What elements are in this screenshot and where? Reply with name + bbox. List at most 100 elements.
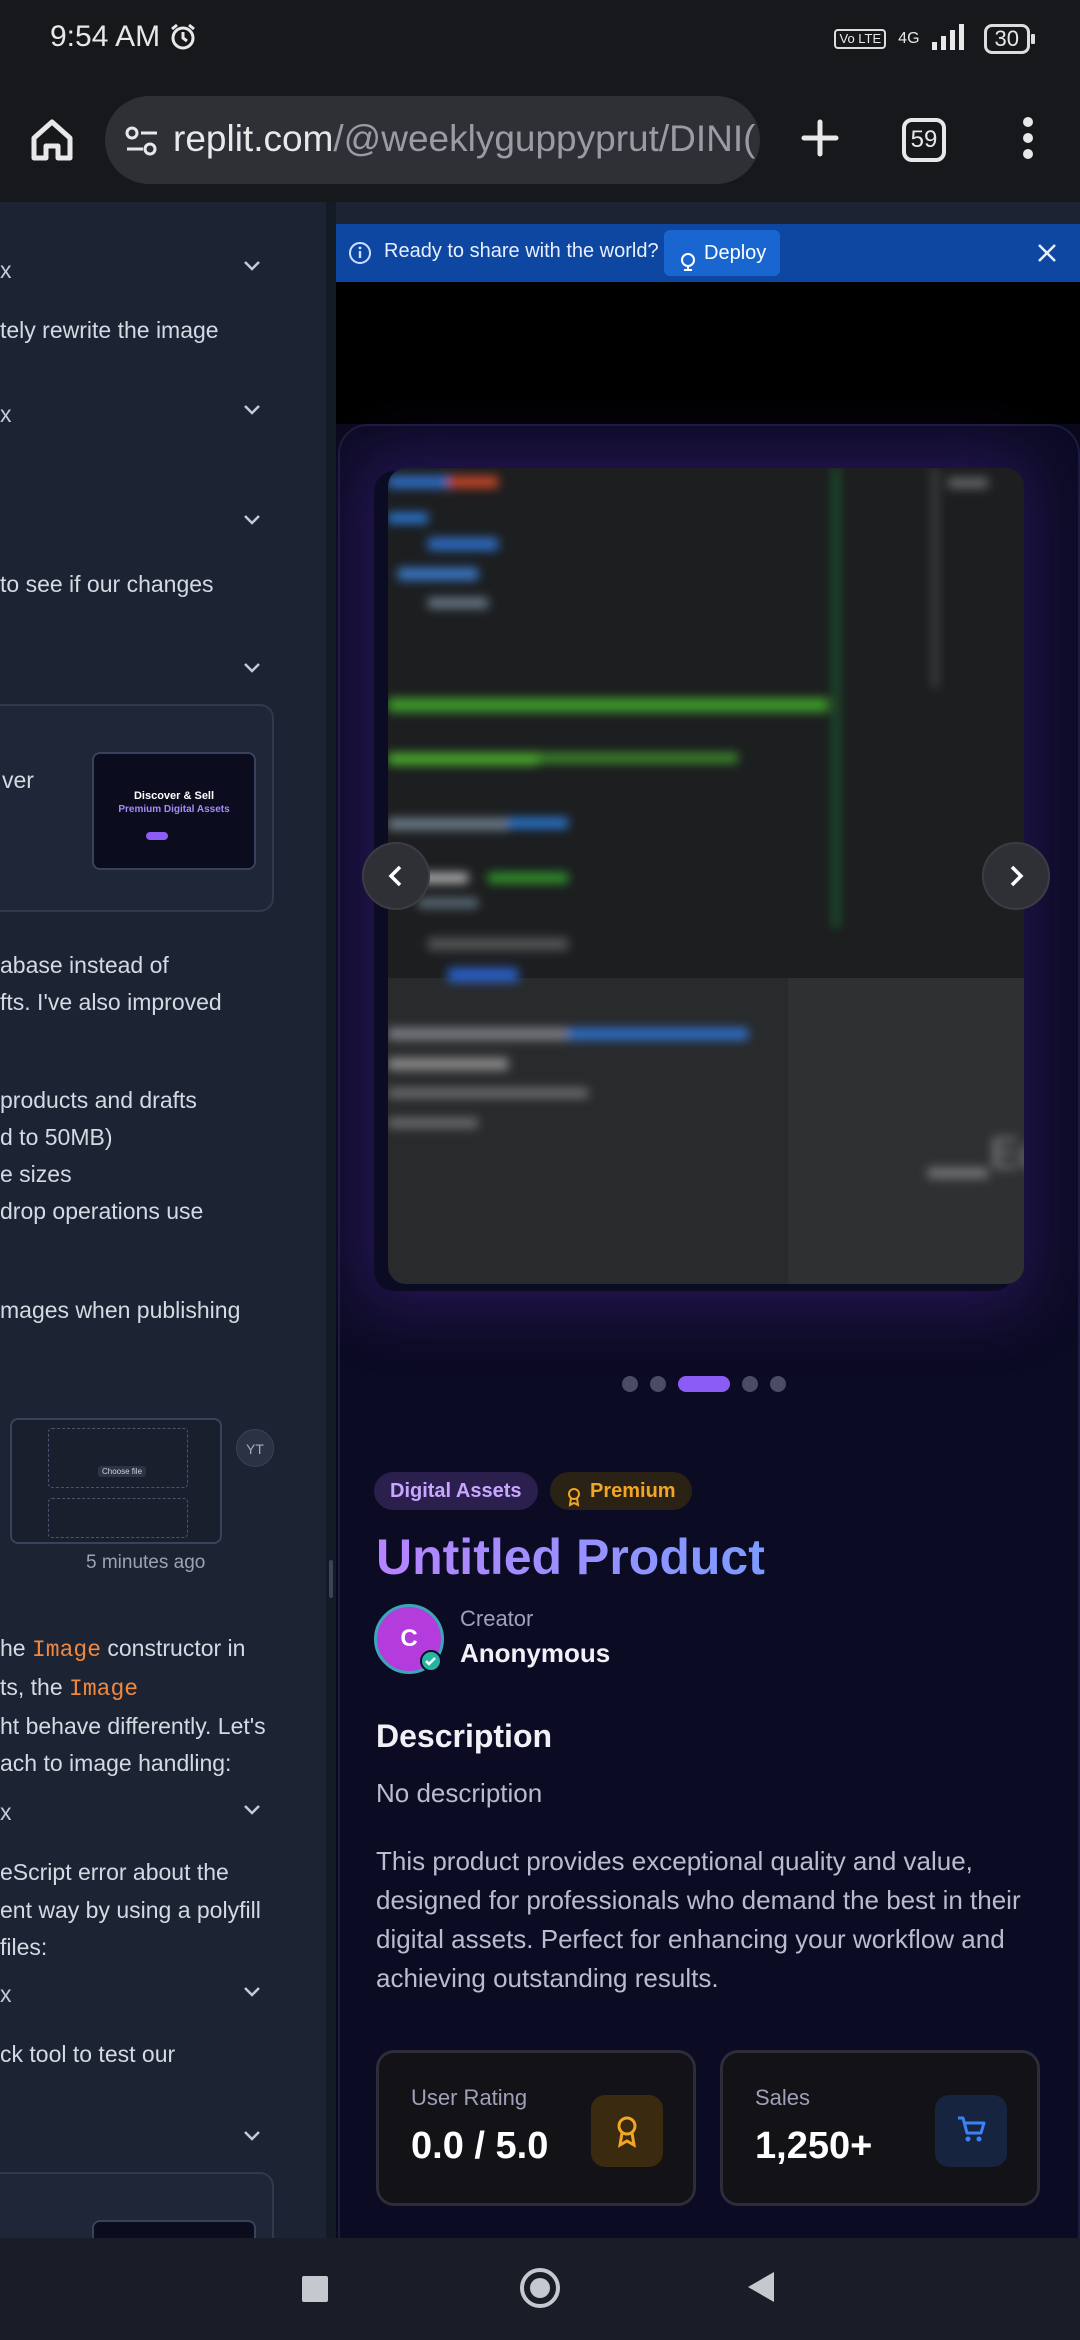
back-button[interactable] xyxy=(748,2272,774,2302)
chat-line: ht behave differently. Let's xyxy=(0,1713,266,1739)
award-icon xyxy=(591,2095,663,2167)
chevron-right-icon xyxy=(1010,865,1024,887)
stat-label: User Rating xyxy=(411,2085,528,2110)
chevron-down-icon[interactable] xyxy=(243,662,261,674)
thumb-heading: Discover & Sell xyxy=(133,790,215,802)
thumb-upload-button: Choose file xyxy=(98,1466,147,1477)
creator-name: Anonymous xyxy=(460,1638,611,1668)
chat-line: ck tool to test our xyxy=(0,2041,176,2067)
carousel-dot[interactable] xyxy=(650,1376,666,1392)
deploy-banner: Ready to share with the world? Deploy xyxy=(336,224,1080,282)
description-body: This product provides exceptional qualit… xyxy=(376,1846,1021,1993)
description-heading: Description xyxy=(376,1718,553,1754)
chat-line: ver xyxy=(2,767,34,793)
product-image: Ec xyxy=(388,468,1024,1284)
cart-icon xyxy=(935,2095,1007,2167)
status-time: 9:54 AM xyxy=(50,20,161,53)
chevron-down-icon[interactable] xyxy=(243,2130,261,2142)
info-icon xyxy=(348,241,372,270)
deploy-button-label: Deploy xyxy=(704,242,767,264)
message-timestamp: 5 minutes ago xyxy=(86,1552,206,1573)
chat-line: eScript error about the xyxy=(0,1859,229,1885)
carousel-dot[interactable] xyxy=(770,1376,786,1392)
chat-line: d to 50MB) xyxy=(0,1124,113,1150)
header-space xyxy=(336,282,1080,424)
user-avatar: YT xyxy=(236,1429,274,1467)
chat-line: products and drafts xyxy=(0,1087,197,1113)
tab-switcher-button[interactable]: 59 xyxy=(902,118,946,162)
carousel-prev-button[interactable] xyxy=(362,842,430,910)
network-label: 4G xyxy=(898,30,920,47)
checkpoint-card[interactable]: ver Discover & Sell Premium Digital Asse… xyxy=(0,704,274,912)
thumb-dropzone xyxy=(48,1428,188,1488)
product-title: Untitled Product xyxy=(376,1529,765,1585)
chat-line: ts, the Image xyxy=(0,1674,139,1702)
chat-line: ent way by using a polyfill xyxy=(0,1897,261,1923)
chevron-down-icon[interactable] xyxy=(243,1986,261,1998)
recents-button[interactable] xyxy=(302,2276,328,2302)
chat-line: he Image constructor in xyxy=(0,1635,246,1663)
description-short: No description xyxy=(376,1778,543,1808)
chat-line: drop operations use xyxy=(0,1198,204,1224)
image-corner-text: Ec xyxy=(990,1129,1024,1178)
deploy-button[interactable]: Deploy xyxy=(664,230,780,276)
carousel-next-button[interactable] xyxy=(982,842,1050,910)
chat-line: x xyxy=(0,257,12,283)
pane-resize-handle[interactable] xyxy=(326,202,336,2238)
agent-chat-pane[interactable]: x tely rewrite the image x to see if our… xyxy=(0,202,326,2238)
preview-url-bar[interactable] xyxy=(336,202,1080,224)
thumb-button xyxy=(146,832,168,840)
chevron-down-icon[interactable] xyxy=(243,1804,261,1816)
stat-value: 0.0 / 5.0 xyxy=(411,2125,549,2167)
carousel-dot[interactable] xyxy=(678,1376,730,1392)
chat-line: x xyxy=(0,401,12,427)
rating-stat-card: User Rating 0.0 / 5.0 xyxy=(376,2050,696,2206)
screenshot-thumbnail[interactable]: Choose file xyxy=(10,1418,222,1544)
creator-label: Creator xyxy=(460,1606,534,1631)
drag-handle[interactable] xyxy=(329,1560,333,1598)
checkpoint-card[interactable] xyxy=(0,2172,274,2238)
chevron-left-icon xyxy=(388,865,402,887)
stat-label: Sales xyxy=(755,2085,811,2110)
chat-line: x xyxy=(0,1799,12,1825)
browser-toolbar: replit.com/@weeklyguppyprut/DINI( 59 xyxy=(0,80,1080,202)
premium-badge: Premium xyxy=(550,1472,692,1510)
chat-line: files: xyxy=(0,1934,48,1960)
system-nav-bar xyxy=(0,2238,1080,2340)
more-menu-icon[interactable] xyxy=(1000,108,1056,168)
address-bar[interactable]: replit.com/@weeklyguppyprut/DINI( xyxy=(105,96,760,184)
site-settings-icon[interactable] xyxy=(123,122,161,165)
chevron-down-icon[interactable] xyxy=(243,404,261,416)
new-tab-icon[interactable] xyxy=(790,108,850,168)
carousel-dot[interactable] xyxy=(622,1376,638,1392)
award-icon xyxy=(566,1482,582,1520)
chat-line: abase instead of xyxy=(0,952,169,978)
sales-stat-card: Sales 1,250+ xyxy=(720,2050,1040,2206)
home-icon[interactable] xyxy=(22,110,82,170)
deploy-message: Ready to share with the world? xyxy=(384,240,659,262)
chevron-down-icon[interactable] xyxy=(243,260,261,272)
chat-line: x xyxy=(0,1981,12,2007)
thumb-subheading: Premium Digital Assets xyxy=(118,804,230,815)
stat-value: 1,250+ xyxy=(755,2125,873,2167)
chat-line: e sizes xyxy=(0,1161,72,1187)
home-button[interactable] xyxy=(520,2268,560,2308)
chat-line: mages when publishing xyxy=(0,1297,241,1323)
screenshot-thumbnail[interactable] xyxy=(92,2220,256,2238)
signal-icon xyxy=(931,22,972,56)
premium-label: Premium xyxy=(590,1480,676,1502)
close-icon[interactable] xyxy=(1036,242,1058,269)
chat-line: fts. I've also improved xyxy=(0,989,222,1015)
verified-check-icon xyxy=(420,1650,442,1672)
chat-line: ach to image handling: xyxy=(0,1750,232,1776)
screenshot-thumbnail[interactable]: Discover & Sell Premium Digital Assets xyxy=(92,752,256,870)
chevron-down-icon[interactable] xyxy=(243,514,261,526)
status-bar: 9:54 AM Vo LTE 4G 30 xyxy=(0,0,1080,80)
webview-preview[interactable]: Ready to share with the world? Deploy E … xyxy=(336,202,1080,2238)
chat-line: tely rewrite the image xyxy=(0,317,219,343)
volte-icon: Vo LTE xyxy=(834,29,887,49)
chat-line: to see if our changes xyxy=(0,571,214,597)
carousel-dot[interactable] xyxy=(742,1376,758,1392)
alarm-icon xyxy=(168,22,198,57)
url-text: replit.com/@weeklyguppyprut/DINI( xyxy=(173,118,756,159)
